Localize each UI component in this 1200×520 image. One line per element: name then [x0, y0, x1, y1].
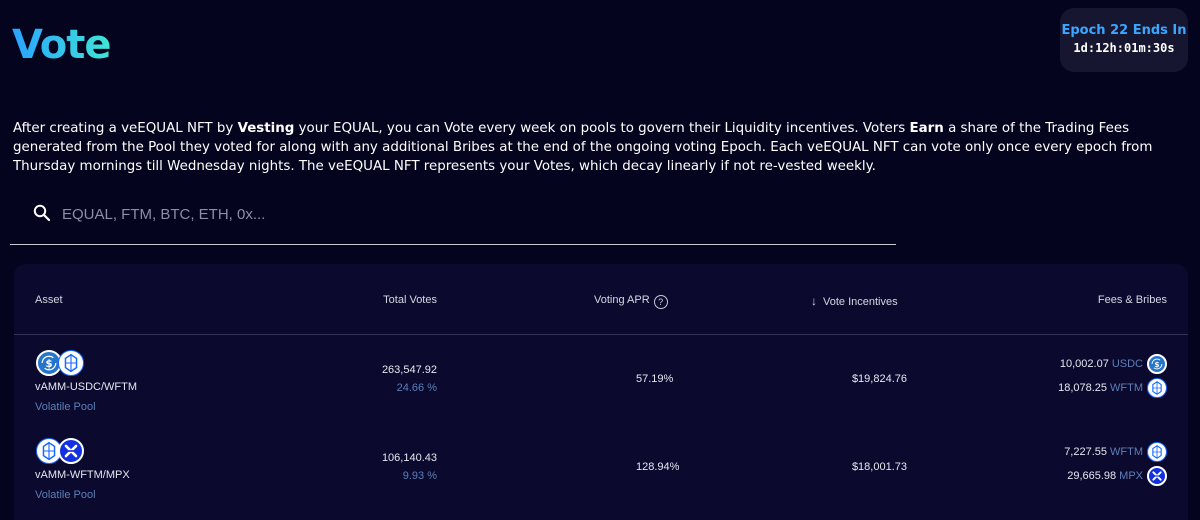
total-votes-value: 263,547.92	[381, 364, 437, 376]
fee-amount: 18,078.25	[1058, 382, 1108, 394]
usdc-token-icon	[1147, 354, 1167, 374]
votes-percent: 24.66 %	[396, 382, 437, 394]
table-header: Asset Total Votes Voting APR? ↓ Vote Ince…	[14, 264, 1188, 335]
votes-percent: 9.93 %	[402, 470, 437, 482]
description-bold-earn: Earn	[909, 121, 944, 136]
fee-symbol: WFTM	[1110, 446, 1143, 458]
pool-name[interactable]: vAMM-USDC/WFTM	[35, 381, 137, 393]
header-voting-apr[interactable]: Voting APR?	[594, 294, 668, 309]
fee-amount: 29,665.98	[1067, 470, 1117, 482]
vote-description: After creating a veEQUAL NFT by Vesting …	[13, 119, 1193, 176]
pool-type: Volatile Pool	[35, 401, 96, 413]
fee-symbol: WFTM	[1110, 382, 1143, 394]
header-fees-bribes[interactable]: Fees & Bribes	[1098, 294, 1167, 306]
fee-amount: 7,227.55	[1064, 446, 1108, 458]
voting-apr-value: 128.94%	[636, 461, 680, 473]
epoch-countdown: 1d:12h:01m:30s	[1073, 41, 1175, 55]
epoch-title: Epoch 22 Ends In	[1061, 23, 1187, 38]
pools-table: Asset Total Votes Voting APR? ↓ Vote Ince…	[14, 264, 1188, 520]
header-voting-apr-label: Voting APR	[594, 294, 650, 306]
description-text: your EQUAL, you can Vote every week on p…	[294, 121, 910, 136]
pool-type: Volatile Pool	[35, 489, 96, 501]
voting-apr-value: 57.19%	[636, 373, 674, 385]
vote-incentives-value: $18,001.73	[851, 461, 907, 473]
fee-bribe-item: 10,002.07 USDC	[1060, 354, 1167, 376]
epoch-timer-card: Epoch 22 Ends In 1d:12h:01m:30s	[1060, 8, 1188, 72]
sort-arrow-down-icon: ↓	[811, 294, 817, 308]
vote-incentives-value: $19,824.76	[851, 373, 907, 385]
mpx-token-icon	[58, 438, 84, 464]
fee-bribe-item: 7,227.55 WFTM	[1064, 442, 1167, 464]
fee-bribe-item: 18,078.25 WFTM	[1058, 378, 1167, 400]
header-vote-incentives[interactable]: ↓ Vote Incentives	[811, 294, 898, 308]
wftm-token-icon	[1147, 442, 1167, 462]
help-icon[interactable]: ?	[653, 295, 668, 309]
search-icon	[33, 204, 51, 222]
header-total-votes[interactable]: Total Votes	[383, 294, 437, 306]
search-bar	[10, 196, 896, 245]
fee-symbol: USDC	[1111, 358, 1143, 370]
fee-bribe-item: 29,665.98 MPX	[1067, 466, 1167, 488]
wftm-token-icon	[1147, 378, 1167, 398]
description-text: After creating a veEQUAL NFT by	[13, 121, 238, 136]
mpx-token-icon	[1147, 466, 1167, 486]
pool-name[interactable]: vAMM-WFTM/MPX	[35, 469, 130, 481]
fee-symbol: MPX	[1119, 470, 1143, 482]
table-row[interactable]: vAMM-USDC/WFTM Volatile Pool 263,547.92 …	[14, 336, 1188, 424]
total-votes-value: 106,140.43	[381, 452, 437, 464]
header-asset[interactable]: Asset	[35, 294, 63, 306]
page-logo-title: Vote	[12, 22, 111, 68]
table-row[interactable]: vAMM-WFTM/MPX Volatile Pool 106,140.43 9…	[14, 424, 1188, 512]
fee-amount: 10,002.07	[1059, 358, 1109, 370]
wftm-token-icon	[58, 350, 84, 376]
search-input[interactable]	[60, 202, 864, 226]
description-bold-vesting: Vesting	[237, 121, 295, 136]
header-vote-incentives-label: Vote Incentives	[823, 296, 898, 308]
